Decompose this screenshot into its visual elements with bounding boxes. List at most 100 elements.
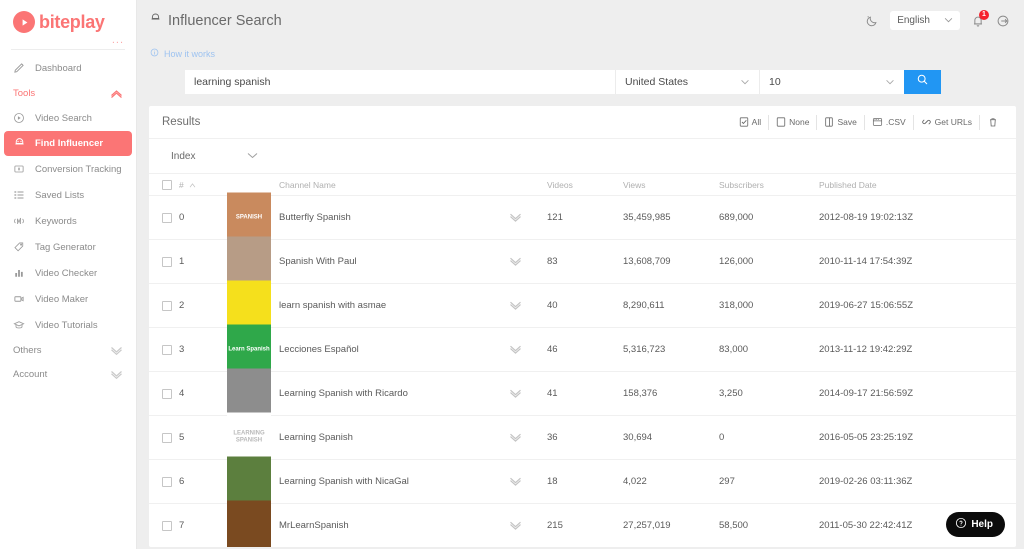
sidebar-section-account[interactable]: Account xyxy=(0,362,136,386)
row-checkbox[interactable] xyxy=(162,476,172,487)
play-logo-icon xyxy=(13,11,35,33)
notifications-button[interactable]: 1 xyxy=(971,9,989,28)
help-button[interactable]: Help xyxy=(946,512,1005,537)
table-row[interactable]: 7 MrLearnSpanish 215 27,257,019 58,500 2011-0… xyxy=(149,500,1016,547)
sidebar-item-video-maker[interactable]: Video Maker xyxy=(0,286,136,312)
row-channel-name[interactable]: learn spanish with asmae xyxy=(279,283,509,328)
delete-button[interactable] xyxy=(980,115,1006,130)
header-checkbox[interactable] xyxy=(162,179,172,190)
chevron-double-down-icon[interactable] xyxy=(509,301,547,310)
sidebar-item-saved-lists[interactable]: Saved Lists xyxy=(0,182,136,208)
row-select-cell[interactable] xyxy=(149,327,179,372)
chevron-double-down-icon[interactable] xyxy=(509,389,547,398)
export-csv-button[interactable]: .CSV xyxy=(865,114,914,130)
chevron-down-icon xyxy=(885,76,895,88)
select-all-button[interactable]: All xyxy=(732,114,770,130)
row-channel-name[interactable]: Learning Spanish with Ricardo xyxy=(279,371,509,416)
sidebar-section-tools[interactable]: Tools xyxy=(0,81,136,105)
sidebar-item-video-search[interactable]: Video Search xyxy=(0,105,136,131)
row-expand-cell[interactable] xyxy=(509,195,547,240)
sidebar-item-video-checker[interactable]: Video Checker xyxy=(0,260,136,286)
index-select[interactable]: Index xyxy=(171,151,258,162)
col-select-all[interactable] xyxy=(149,173,179,196)
row-select-cell[interactable] xyxy=(149,195,179,240)
table-row[interactable]: 6 Learning Spanish with NicaGal 18 4,022 297… xyxy=(149,456,1016,507)
row-expand-cell[interactable] xyxy=(509,503,547,547)
table-row[interactable]: 4 Learning Spanish with Ricardo 41 158,376 3… xyxy=(149,368,1016,419)
row-channel-name[interactable]: Learning Spanish xyxy=(279,415,509,460)
table-row[interactable]: 5 LEARNING SPANISH Learning Spanish 36 30,69… xyxy=(149,412,1016,463)
search-input[interactable] xyxy=(185,70,615,94)
row-subscribers: 126,000 xyxy=(719,239,819,284)
row-select-cell[interactable] xyxy=(149,459,179,504)
table-row[interactable]: 3 Learn Spanish Lecciones Español 46 5,316,7… xyxy=(149,324,1016,375)
col-videos[interactable]: Videos xyxy=(547,173,623,196)
row-checkbox[interactable] xyxy=(162,256,172,267)
how-it-works-link[interactable]: How it works xyxy=(137,41,1024,59)
empty-box-icon xyxy=(776,117,786,127)
row-channel-name[interactable]: Butterfly Spanish xyxy=(279,195,509,240)
col-views[interactable]: Views xyxy=(623,173,719,196)
dark-mode-icon[interactable] xyxy=(865,14,879,28)
get-urls-button[interactable]: Get URLs xyxy=(914,114,980,130)
search-button[interactable] xyxy=(904,70,941,94)
row-checkbox[interactable] xyxy=(162,300,172,311)
sidebar-section-label: Others xyxy=(13,344,42,356)
country-select[interactable]: United States xyxy=(615,70,759,94)
row-checkbox[interactable] xyxy=(162,520,172,531)
sidebar-item-tag-generator[interactable]: Tag Generator xyxy=(0,234,136,260)
sidebar-item-dashboard[interactable]: Dashboard xyxy=(0,55,136,81)
logout-icon[interactable] xyxy=(996,14,1010,28)
chevron-double-down-icon[interactable] xyxy=(509,477,547,486)
logo[interactable]: biteplay xyxy=(0,0,136,33)
sidebar-item-keywords[interactable]: Keywords xyxy=(0,208,136,234)
row-expand-cell[interactable] xyxy=(509,283,547,328)
chevron-double-down-icon[interactable] xyxy=(509,345,547,354)
sidebar-section-others[interactable]: Others xyxy=(0,338,136,362)
sidebar-more-icon[interactable]: ... xyxy=(0,35,136,46)
row-expand-cell[interactable] xyxy=(509,371,547,416)
row-expand-cell[interactable] xyxy=(509,327,547,372)
language-select[interactable]: English xyxy=(890,11,960,30)
save-button[interactable]: Save xyxy=(817,114,865,130)
row-select-cell[interactable] xyxy=(149,239,179,284)
row-views: 8,290,611 xyxy=(623,283,719,328)
col-number[interactable]: # xyxy=(179,173,219,196)
result-count-select[interactable]: 10 xyxy=(759,70,904,94)
chevron-down-icon xyxy=(110,370,123,379)
influencer-icon xyxy=(149,12,162,29)
sidebar-item-conversion-tracking[interactable]: Conversion Tracking xyxy=(0,156,136,182)
chevron-double-down-icon[interactable] xyxy=(509,213,547,222)
row-index: 1 xyxy=(179,239,219,284)
col-channel-name[interactable]: Channel Name xyxy=(279,173,509,196)
table-row[interactable]: 0 SPANISH Butterfly Spanish 121 35,459,985 68… xyxy=(149,192,1016,243)
row-expand-cell[interactable] xyxy=(509,239,547,284)
chevron-double-down-icon[interactable] xyxy=(509,257,547,266)
sidebar-item-video-tutorials[interactable]: Video Tutorials xyxy=(0,312,136,338)
row-checkbox[interactable] xyxy=(162,432,172,443)
row-select-cell[interactable] xyxy=(149,415,179,460)
row-checkbox[interactable] xyxy=(162,344,172,355)
chevron-double-down-icon[interactable] xyxy=(509,433,547,442)
index-filter-bar: Index xyxy=(149,139,1016,173)
table-row[interactable]: 1 Spanish With Paul 83 13,608,709 126,000 201… xyxy=(149,236,1016,287)
row-expand-cell[interactable] xyxy=(509,415,547,460)
row-index: 5 xyxy=(179,415,219,460)
row-thumbnail-cell: Learn Spanish xyxy=(219,324,279,375)
row-select-cell[interactable] xyxy=(149,503,179,547)
col-subscribers[interactable]: Subscribers xyxy=(719,173,819,196)
row-checkbox[interactable] xyxy=(162,388,172,399)
col-published-date[interactable]: Published Date xyxy=(819,173,1016,196)
row-channel-name[interactable]: Lecciones Español xyxy=(279,327,509,372)
row-select-cell[interactable] xyxy=(149,283,179,328)
row-channel-name[interactable]: MrLearnSpanish xyxy=(279,503,509,547)
row-channel-name[interactable]: Learning Spanish with NicaGal xyxy=(279,459,509,504)
row-expand-cell[interactable] xyxy=(509,459,547,504)
row-checkbox[interactable] xyxy=(162,212,172,223)
select-none-button[interactable]: None xyxy=(769,114,818,130)
row-channel-name[interactable]: Spanish With Paul xyxy=(279,239,509,284)
sidebar-item-find-influencer[interactable]: Find Influencer xyxy=(4,131,132,156)
chevron-double-down-icon[interactable] xyxy=(509,521,547,530)
row-select-cell[interactable] xyxy=(149,371,179,416)
table-row[interactable]: 2 learn spanish with asmae 40 8,290,611 318,… xyxy=(149,280,1016,331)
